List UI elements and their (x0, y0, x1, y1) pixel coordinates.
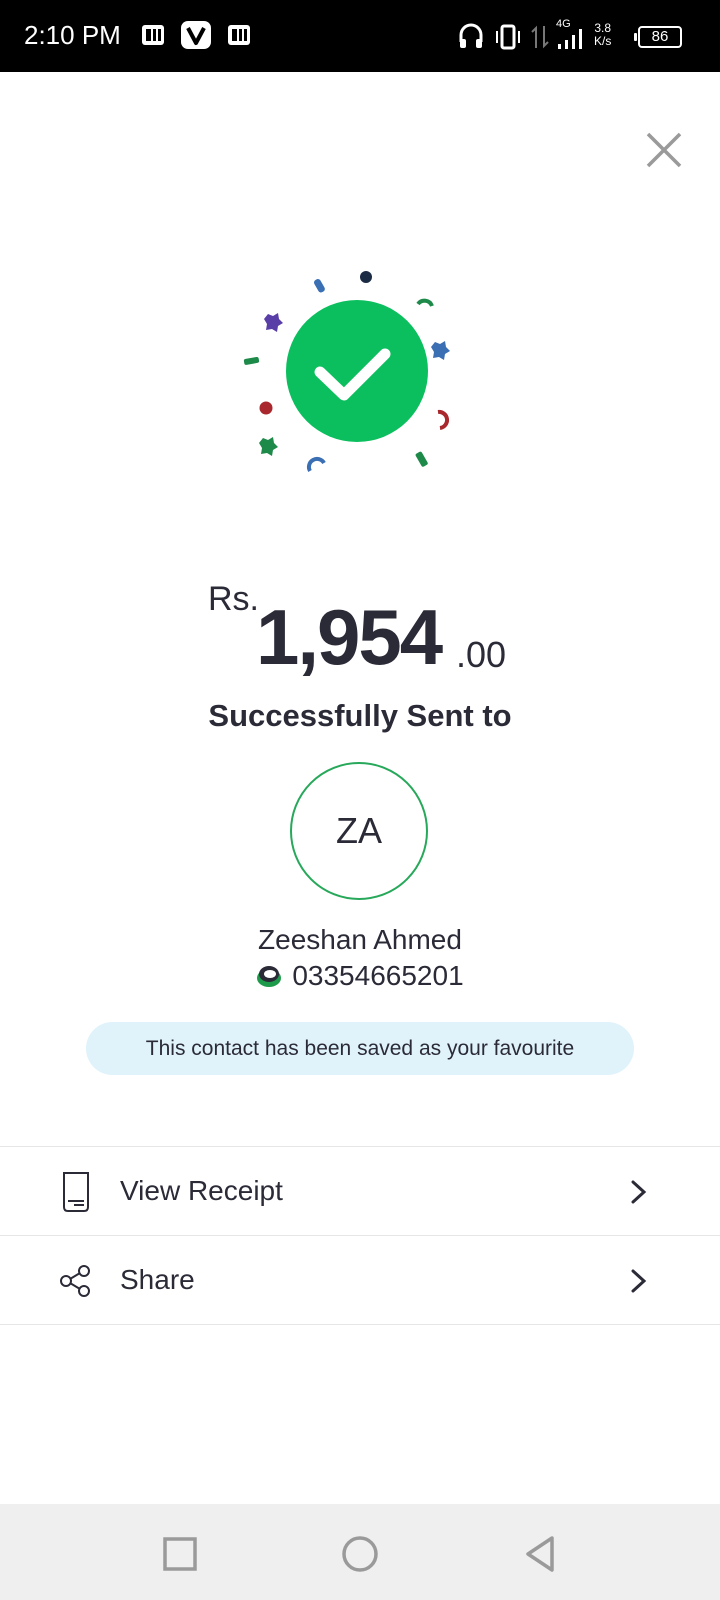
share-button[interactable]: Share (0, 1236, 720, 1325)
amount-display: Rs. 1,954 .00 (0, 574, 720, 681)
vibrate-icon (496, 24, 520, 50)
success-check-icon (243, 271, 450, 472)
home-button[interactable] (340, 1534, 380, 1574)
amount-currency: Rs. (208, 580, 259, 618)
receipt-icon (63, 1172, 89, 1212)
recipient-phone: 03354665201 (292, 960, 464, 991)
share-label: Share (120, 1264, 195, 1295)
status-icons: 4G 3.8 K/s 86 (458, 18, 698, 54)
notification-v-icon (181, 21, 211, 49)
system-nav-bar (0, 1504, 720, 1600)
status-time: 2:10 PM (24, 20, 121, 50)
avatar: ZA (290, 762, 428, 900)
favourite-banner: This contact has been saved as your favo… (86, 1022, 634, 1075)
signal-icon (558, 29, 582, 49)
close-icon[interactable] (644, 130, 684, 170)
view-receipt-label: View Receipt (120, 1175, 283, 1206)
chevron-right-icon (631, 1180, 647, 1204)
amount-integer: 1,954 (256, 593, 443, 681)
amount-decimal: .00 (456, 634, 507, 675)
action-list: View Receipt Share (0, 1146, 720, 1325)
operator-logo-icon (257, 966, 282, 987)
chevron-right-icon (631, 1269, 647, 1293)
battery-indicator: 86 (634, 26, 682, 48)
view-receipt-button[interactable]: View Receipt (0, 1147, 720, 1236)
status-text: Successfully Sent to (208, 698, 512, 733)
notification-app-icon (142, 25, 164, 45)
status-bar: 2:10 PM 4G 3.8 K/s 86 (0, 0, 720, 72)
recents-button[interactable] (160, 1534, 200, 1574)
headphones-icon (459, 23, 483, 48)
recipient-name: Zeeshan Ahmed (258, 924, 462, 955)
network-speed: 3.8 K/s (594, 21, 612, 48)
notification-app-icon-2 (228, 25, 250, 45)
back-button[interactable] (520, 1534, 560, 1574)
share-icon (60, 1265, 90, 1297)
recipient-phone-row: 03354665201 (0, 960, 720, 992)
data-transfer-icon (531, 25, 549, 49)
